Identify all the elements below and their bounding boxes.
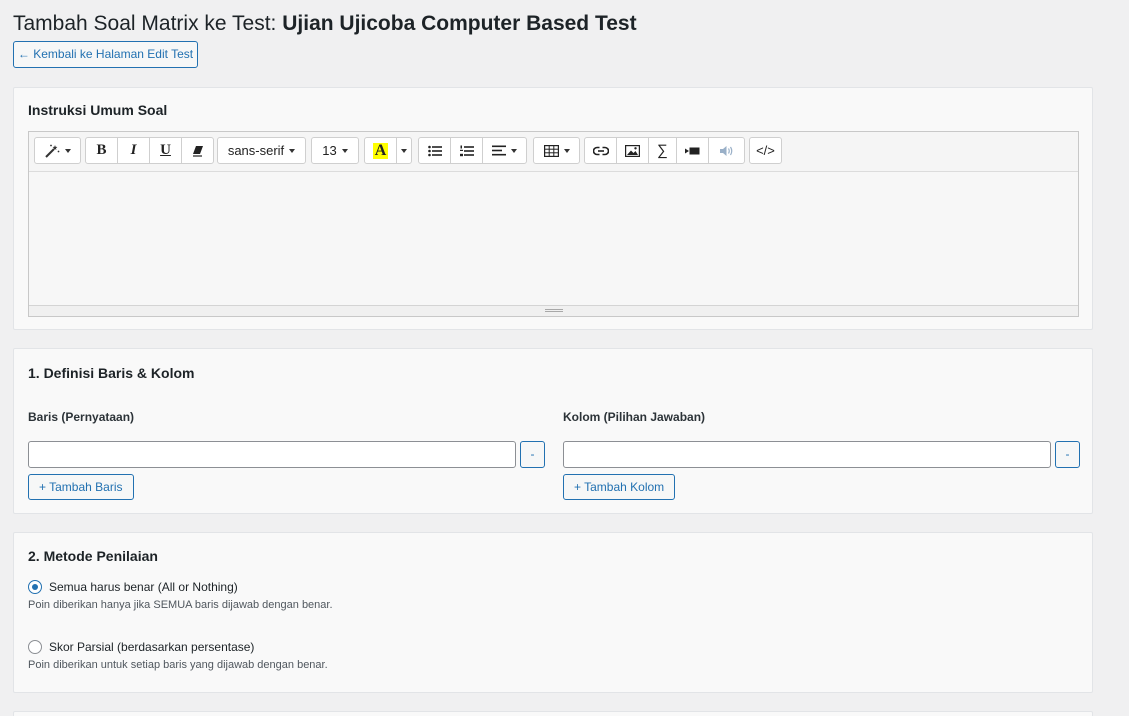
align-left-icon [492,145,506,156]
row-column-definition-card: 1. Definisi Baris & Kolom Baris (Pernyat… [13,348,1093,514]
video-icon [685,146,700,156]
scoring-heading: 2. Metode Penilaian [28,548,158,564]
insert-group: ∑ [584,137,745,164]
resize-grip-icon [545,309,563,312]
table-dropdown-button[interactable] [533,137,580,164]
insert-image-button[interactable] [616,137,649,164]
back-to-edit-test-button[interactable]: ← Kembali ke Halaman Edit Test [13,41,198,68]
chevron-down-icon [511,148,517,153]
font-family-dropdown[interactable]: sans-serif [217,137,306,164]
unordered-list-button[interactable] [418,137,451,164]
remove-column-button[interactable]: - [1055,441,1080,468]
italic-button[interactable]: I [117,137,150,164]
next-section-card [13,711,1093,716]
test-name: Ujian Ujicoba Computer Based Test [282,12,637,35]
highlight-color-button[interactable]: A [364,137,397,164]
font-size-dropdown[interactable]: 13 [311,137,359,164]
eraser-icon [191,145,205,157]
all-or-nothing-label: Semua harus benar (All or Nothing) [49,580,238,594]
definition-heading: 1. Definisi Baris & Kolom [28,365,195,381]
column-choice-input[interactable] [563,441,1051,468]
all-or-nothing-description: Poin diberikan hanya jika SEMUA baris di… [28,599,333,611]
page-title: Tambah Soal Matrix ke Test: Ujian Ujicob… [13,11,637,37]
table-icon [543,144,559,157]
code-view-button[interactable]: </> [749,137,782,164]
instructions-heading: Instruksi Umum Soal [28,102,168,118]
add-row-button[interactable]: + Tambah Baris [28,474,134,500]
chevron-down-icon [341,148,348,153]
color-dropdown-button[interactable] [396,137,412,164]
insert-video-button[interactable] [676,137,709,164]
color-group: A [364,137,412,164]
partial-score-radio[interactable] [28,640,42,654]
speaker-icon [719,145,734,157]
editor-content-area[interactable] [29,172,1078,306]
clear-format-button[interactable] [181,137,214,164]
chevron-down-icon [65,148,71,153]
editor-toolbar: B I U sans-serif 13 A ∑ </> [29,132,1078,172]
bold-button[interactable]: B [85,137,118,164]
font-style-group: B I U [85,137,214,164]
image-icon [625,144,640,157]
chevron-down-icon [563,148,570,153]
chevron-down-icon [289,148,296,153]
columns-label: Kolom (Pilihan Jawaban) [563,410,706,424]
font-size-value: 13 [322,143,337,158]
sigma-icon: ∑ [657,142,668,159]
ordered-list-button[interactable] [450,137,483,164]
paragraph-align-dropdown[interactable] [482,137,527,164]
font-family-value: sans-serif [227,143,285,158]
insert-link-button[interactable] [584,137,617,164]
font-size-group: 13 [311,137,359,164]
instructions-card: Instruksi Umum Soal B I U sans-serif 13 … [13,87,1093,330]
rich-text-editor: B I U sans-serif 13 A ∑ </> [28,131,1079,317]
editor-resize-handle[interactable] [29,305,1078,316]
highlight-letter: A [372,141,389,159]
underline-button[interactable]: U [149,137,182,164]
magic-wand-icon [44,144,60,158]
style-group [34,137,81,164]
scoring-method-card: 2. Metode Penilaian Semua harus benar (A… [13,532,1093,693]
scoring-option-all-or-nothing[interactable]: Semua harus benar (All or Nothing) [28,580,238,594]
chevron-down-icon [401,148,407,153]
link-icon [592,146,609,156]
all-or-nothing-radio[interactable] [28,580,42,594]
insert-formula-button[interactable]: ∑ [648,137,677,164]
page-title-prefix: Tambah Soal Matrix ke Test: [13,12,283,35]
add-column-button[interactable]: + Tambah Kolom [563,474,676,500]
code-view-group: </> [749,137,782,164]
paragraph-group [418,137,527,164]
numbered-list-icon [459,145,474,157]
table-group [533,137,580,164]
partial-score-description: Poin diberikan untuk setiap baris yang d… [28,659,328,671]
insert-audio-button[interactable] [708,137,745,164]
partial-score-label: Skor Parsial (berdasarkan persentase) [49,640,255,654]
row-statement-input[interactable] [28,441,516,468]
remove-row-button[interactable]: - [520,441,545,468]
page: Tambah Soal Matrix ke Test: Ujian Ujicob… [0,0,1129,716]
bullet-list-icon [427,145,442,157]
rows-label: Baris (Pernyataan) [28,410,135,424]
style-dropdown-button[interactable] [34,137,81,164]
font-family-group: sans-serif [217,137,306,164]
scoring-option-partial[interactable]: Skor Parsial (berdasarkan persentase) [28,640,254,654]
